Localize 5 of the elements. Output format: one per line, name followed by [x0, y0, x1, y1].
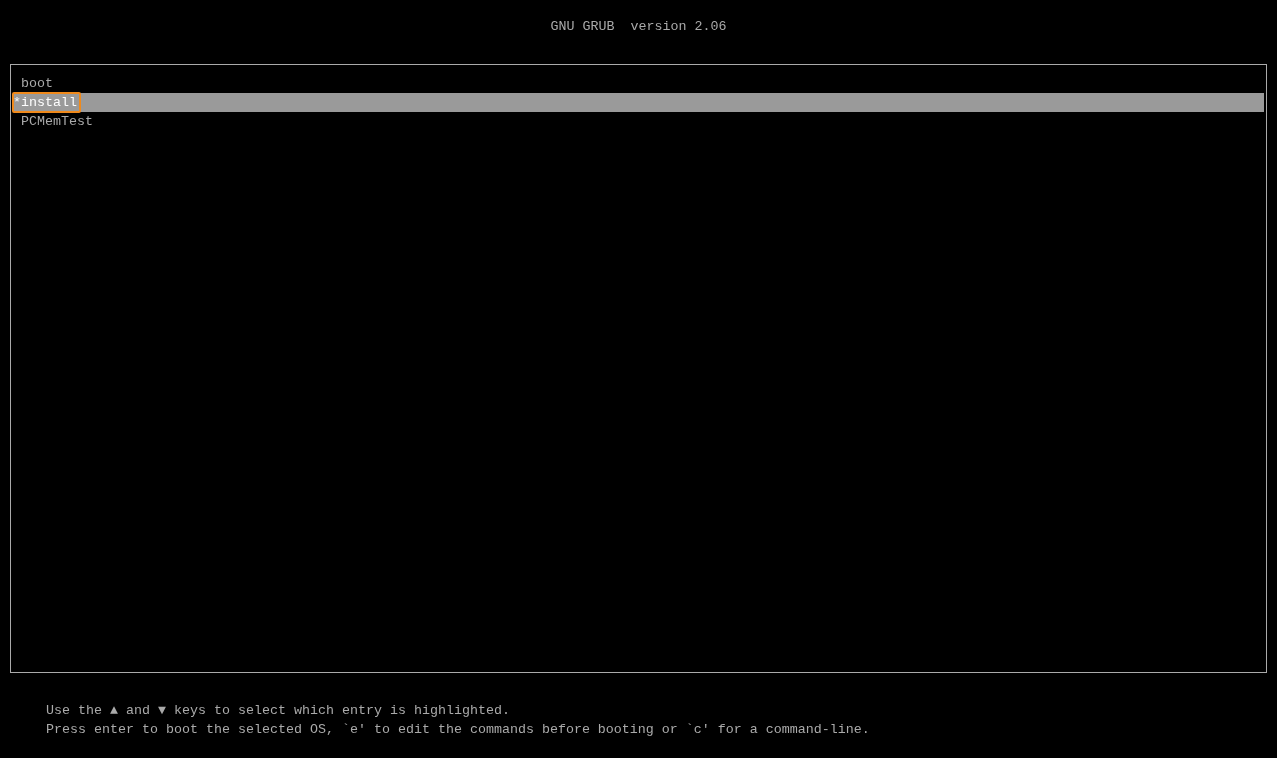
menu-entry[interactable]: boot: [13, 74, 1264, 93]
help-text: Press enter to boot the selected OS, `e' to edit the commands before booting or `c' for a command-line.: [46, 721, 870, 739]
menu-entry[interactable]: PCMemTest: [13, 112, 1264, 131]
header-title: GNU GRUB version 2.06: [550, 18, 727, 36]
help-text: Use the ▲ and ▼ keys to select which entry is highlighted.: [46, 702, 510, 720]
